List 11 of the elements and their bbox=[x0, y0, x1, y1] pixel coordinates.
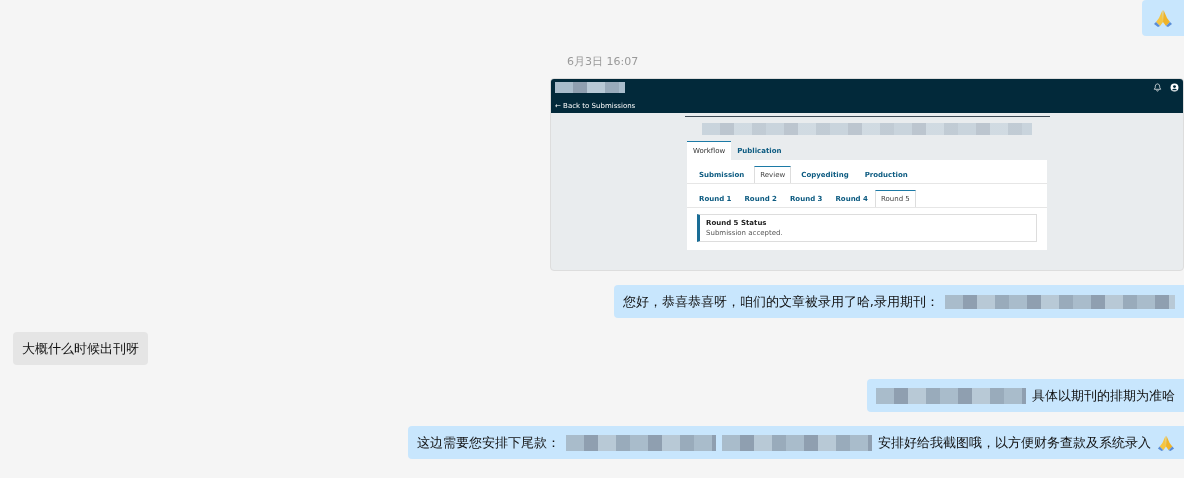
message-text: 安排好给我截图哦，以方便财务查款及系统录入 bbox=[878, 433, 1151, 452]
message-text: 大概什么时候出刊呀 bbox=[22, 339, 139, 358]
praying-hands-icon bbox=[1157, 433, 1175, 452]
praying-hands-icon bbox=[1153, 8, 1173, 28]
user-icon bbox=[1170, 83, 1179, 92]
message-text: 您好，恭喜恭喜呀，咱们的文章被录用了哈,录用期刊： bbox=[622, 292, 939, 311]
message-text: 具体以期刊的排期为准哈 bbox=[1032, 386, 1175, 405]
message-text: 这边需要您安排下尾款： bbox=[417, 433, 560, 452]
timestamp: 6月3日 16:07 bbox=[567, 54, 640, 70]
redacted-block bbox=[555, 82, 625, 93]
bell-icon bbox=[1153, 83, 1162, 92]
